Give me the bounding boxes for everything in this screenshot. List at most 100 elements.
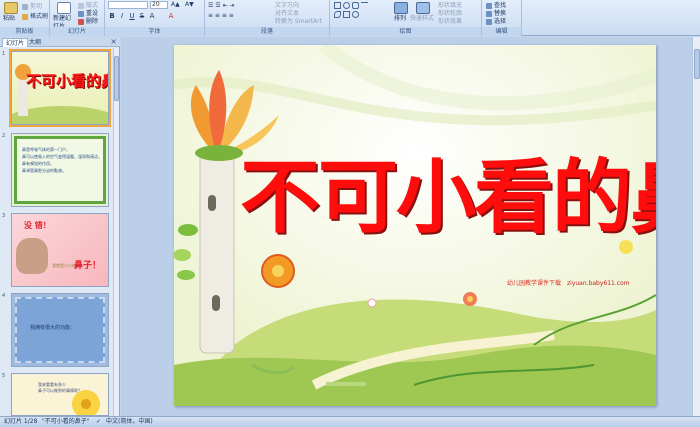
watermark-url: ziyuan.baby611.com [567,280,630,287]
bullets-icon[interactable]: ☰ ☰ ⇤ ⇥ [208,2,235,10]
line-shape-icon[interactable] [361,2,368,9]
shadow-button[interactable]: A [148,12,156,20]
slide-thumbnail-2[interactable]: 鼻是呼吸气体的第一门户， 鼻可以使吸入的空气变得温暖、湿润和清洁， 鼻有嗅觉的作… [11,133,109,207]
slide-title[interactable]: 不可小看的鼻子 [240,133,656,249]
layout-button[interactable]: 版式 [78,2,98,10]
slides-pane: 幻灯片 大纲 × 1 不可小看的鼻子 2 鼻是呼吸气体的第一门户， 鼻可以使吸入… [0,37,120,416]
slide-position: 幻灯片 1/28 [4,418,38,425]
find-button[interactable]: 查找 [486,2,506,10]
group-label-clipboard: 剪贴板 [0,27,49,36]
close-pane-icon[interactable]: × [110,37,117,47]
delete-icon [78,18,84,25]
quick-styles-icon [416,2,430,14]
group-slides: 新建幻灯片 版式 重设 删除 幻灯片 [50,0,105,36]
group-label-paragraph: 段落 [205,27,329,36]
underline-button[interactable]: U [128,12,136,20]
thumbnail-3-text-big: 鼻子！ [74,261,102,271]
bold-button[interactable]: B [108,12,116,20]
group-label-drawing: 绘图 [330,27,481,36]
group-paragraph: ☰ ☰ ⇤ ⇥ ≡ ≡ ≡ ≡ 文字方向 对齐文本 转换为 SmartArt 段… [205,0,330,36]
arrange-icon [394,2,408,14]
slide-canvas[interactable]: 不可小看的鼻子 幼儿园教学课件下载 ziyuan.baby611.com [174,45,656,406]
replace-button[interactable]: 替换 [486,10,506,18]
shape-fill-button[interactable]: 形状填充 [438,2,462,10]
select-button[interactable]: 选择 [486,18,506,26]
pane-tabs: 幻灯片 大纲 × [0,37,120,47]
thumbnail-3-text-small: 我就是小小的 [52,263,76,268]
slide-scrollbar-thumb[interactable] [694,49,700,79]
oval-shape-icon[interactable] [343,2,350,9]
thumbnail-number: 5 [2,373,6,379]
shape-effects-button[interactable]: 形状效果 [438,18,462,26]
group-font: 20 A▲ A▼ B I U S A A 字体 [105,0,205,36]
slide-thumbnail-3[interactable]: 没 错！ 我就是小小的 鼻子！ [11,213,109,287]
rectangle-shape-icon[interactable] [334,2,341,9]
text-direction-button[interactable]: 文字方向 [275,2,299,10]
group-drawing: 排列 快速样式 形状填充 形状轮廓 形状效果 绘图 [330,0,482,36]
group-label-slides: 幻灯片 [50,27,104,36]
reset-icon [78,10,84,17]
italic-button[interactable]: I [118,12,126,20]
find-icon [486,2,492,9]
thumbnail-5-text: 我来看看有多少 鼻子可以做到的事情呢？ [38,382,82,393]
slide-editor: 不可小看的鼻子 幼儿园教学课件下载 ziyuan.baby611.com [121,37,700,416]
paste-button[interactable]: 粘贴 [3,15,15,23]
scissors-icon [22,3,28,10]
spell-check-icon[interactable]: ✓ [96,417,101,427]
shrink-font-button[interactable]: A▼ [185,1,194,9]
format-painter-button[interactable]: 格式刷 [22,13,48,21]
thumbnail-scrollbar-thumb[interactable] [114,56,119,101]
cut-button[interactable]: 剪切 [22,3,42,11]
theme-name: "不可小看的鼻子" [42,418,90,425]
delete-button[interactable]: 删除 [78,18,98,26]
tab-outline[interactable]: 大纲 [26,38,44,47]
slide-thumbnail-1[interactable]: 不可小看的鼻子 [9,49,111,127]
layout-icon [78,2,84,9]
quick-styles-button[interactable]: 快速样式 [410,15,434,23]
grow-font-button[interactable]: A▲ [171,1,180,9]
tab-slides[interactable]: 幻灯片 [2,38,29,47]
replace-icon [486,10,492,17]
font-name-field[interactable] [108,1,148,9]
new-slide-icon [57,2,71,14]
shape-outline-button[interactable]: 形状轮廓 [438,10,462,18]
convert-smartart-button[interactable]: 转换为 SmartArt [275,18,322,26]
status-bar: 幻灯片 1/28 "不可小看的鼻子" ✓ 中文(简体，中国) [0,416,700,427]
paste-icon [4,2,18,14]
rounded-rect-shape-icon[interactable] [352,2,359,9]
thumbnail-4-text: 我拥有很大的功能： [30,325,76,331]
thumbnail-number: 4 [2,293,6,299]
strikethrough-button[interactable]: S [138,12,146,20]
ribbon: 粘贴 剪切 格式刷 剪贴板 新建幻灯片 版式 重设 删除 幻灯片 20 A▲ A… [0,0,700,36]
sunflower-image [72,390,100,415]
slide-thumbnail-5[interactable]: 我来看看有多少 鼻子可以做到的事情呢？ [11,373,109,416]
group-label-font: 字体 [105,27,204,36]
language-indicator[interactable]: 中文(简体，中国) [106,417,153,427]
watermark: 幼儿园教学课件下载 ziyuan.baby611.com [507,278,630,287]
thumbnail-2-text: 鼻是呼吸气体的第一门户， 鼻可以使吸入的空气变得温暖、湿润和清洁， 鼻有嗅觉的作… [22,147,102,173]
slide-scrollbar[interactable] [692,37,700,416]
arrange-button[interactable]: 排列 [394,15,406,23]
font-size-field[interactable]: 20 [150,1,168,9]
group-editing: 查找 替换 选择 编辑 [482,0,522,36]
thumbnail-3-text-top: 没 错！ [24,221,51,230]
font-color-icon[interactable]: A [167,12,175,20]
watermark-text: 幼儿园教学课件下载 [507,280,562,287]
thumbnail-number: 2 [2,133,6,139]
arrow-shape-icon[interactable] [334,11,341,18]
thumbnail-1-title: 不可小看的鼻子 [26,72,108,90]
thumbnail-scrollbar[interactable] [113,48,119,416]
group-clipboard: 粘贴 剪切 格式刷 剪贴板 [0,0,50,36]
thumbnail-number: 1 [2,51,6,57]
slide-thumbnail-4[interactable]: 我拥有很大的功能： [11,293,109,367]
thumbnail-number: 3 [2,213,6,219]
reset-button[interactable]: 重设 [78,10,98,18]
align-icon[interactable]: ≡ ≡ ≡ ≡ [208,12,234,20]
align-text-button[interactable]: 对齐文本 [275,10,299,18]
group-label-editing: 编辑 [482,27,521,36]
triangle-shape-icon[interactable] [343,11,350,18]
star-shape-icon[interactable] [352,11,359,18]
nose-image [16,238,48,274]
select-icon [486,18,492,25]
brush-icon [22,13,28,20]
